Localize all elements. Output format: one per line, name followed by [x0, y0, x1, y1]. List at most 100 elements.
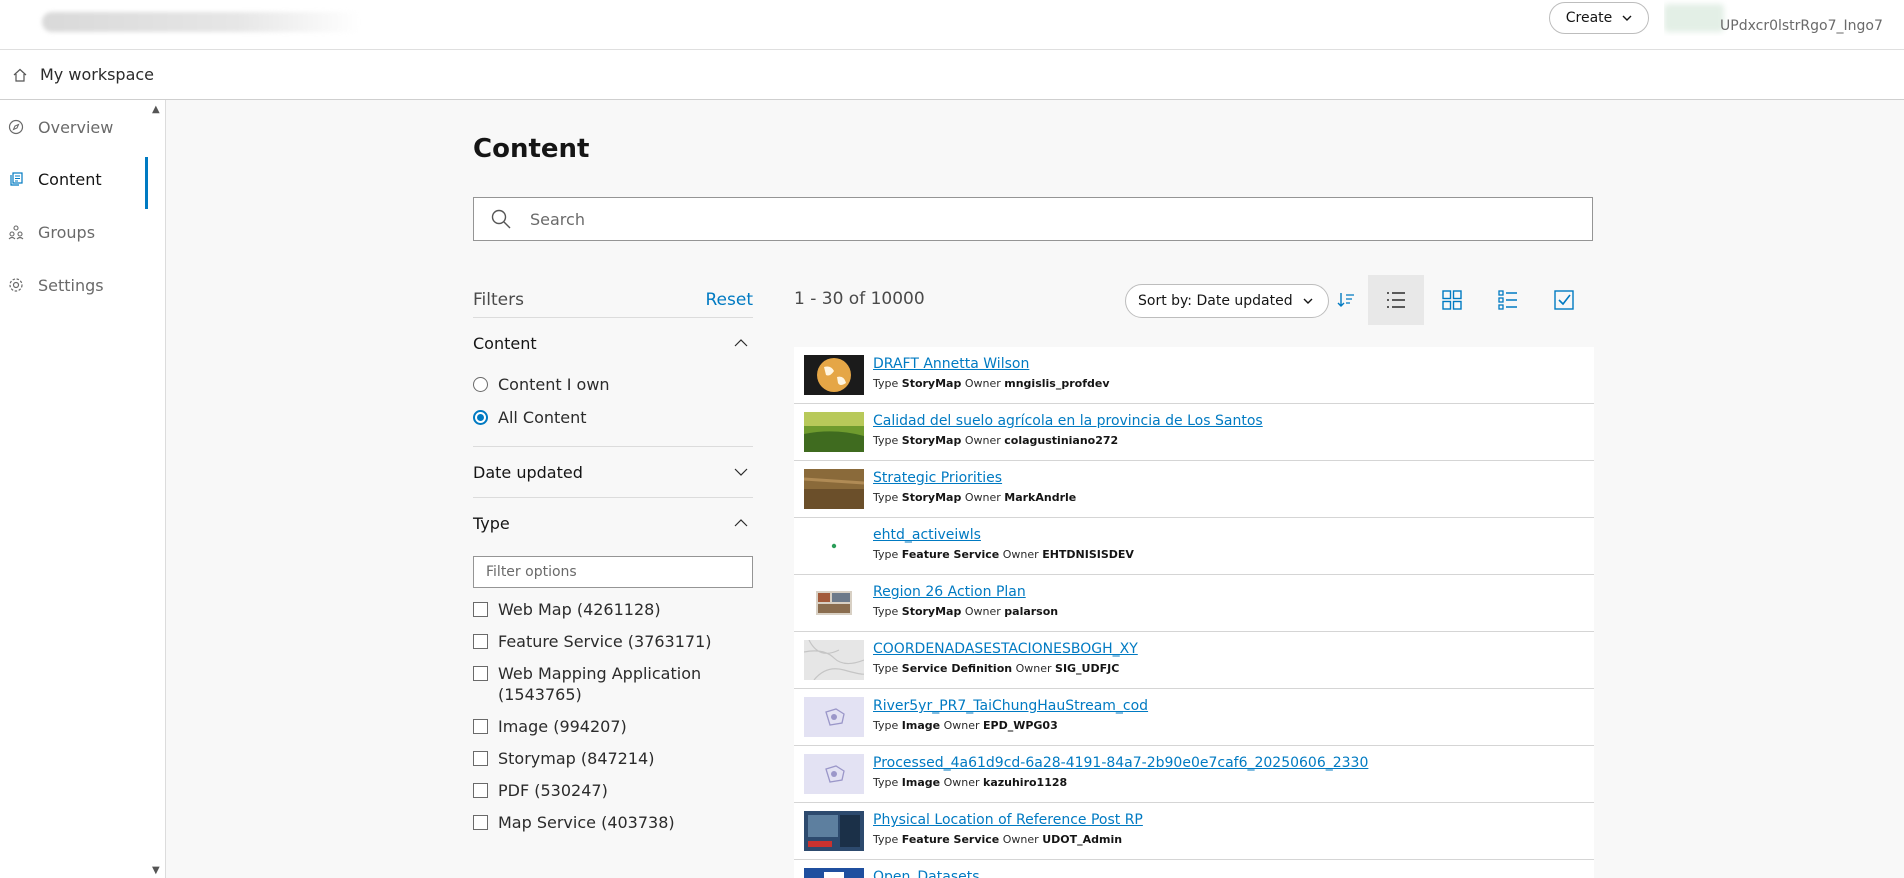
section-title: Date updated — [473, 462, 583, 482]
workspace-label: My workspace — [40, 65, 155, 84]
item-thumbnail[interactable] — [804, 526, 864, 566]
radio-content-i-own[interactable]: Content I own — [473, 368, 753, 401]
type-option[interactable]: PDF (530247) — [473, 780, 753, 801]
radio-button[interactable] — [473, 410, 488, 425]
type-option[interactable]: Storymap (847214) — [473, 748, 753, 769]
scroll-down-icon[interactable]: ▼ — [152, 865, 160, 876]
avatar — [1664, 4, 1724, 32]
sidebar-item-groups[interactable]: Groups — [0, 210, 150, 254]
radio-label: All Content — [498, 408, 587, 427]
radio-all-content[interactable]: All Content — [473, 401, 753, 434]
sidebar-item-label: Content — [38, 169, 102, 189]
item-title-link[interactable]: Calidad del suelo agrícola en la provinc… — [873, 413, 1263, 429]
item-thumbnail[interactable] — [804, 868, 864, 878]
type-option[interactable]: Feature Service (3763171) — [473, 631, 753, 652]
item-title-link[interactable]: Region 26 Action Plan — [873, 584, 1026, 600]
item-title-link[interactable]: Processed_4a61d9cd-6a28-4191-84a7-2b90e0… — [873, 755, 1368, 771]
item-title-link[interactable]: Open_Datasets — [873, 869, 980, 878]
list-item[interactable]: Processed_4a61d9cd-6a28-4191-84a7-2b90e0… — [794, 746, 1594, 803]
checkbox[interactable] — [473, 602, 488, 617]
scroll-up-icon[interactable]: ▲ — [152, 104, 160, 115]
item-title-link[interactable]: Strategic Priorities — [873, 470, 1002, 486]
multi-select-button[interactable] — [1536, 275, 1592, 325]
checkbox[interactable] — [473, 815, 488, 830]
item-meta: Type StoryMap Owner colagustiniano272 — [873, 434, 1119, 447]
item-title-link[interactable]: COORDENADASESTACIONESBOGH_XY — [873, 641, 1138, 657]
item-thumbnail[interactable] — [804, 640, 864, 680]
workspace-bar[interactable]: My workspace — [0, 50, 1904, 100]
type-option[interactable]: Image (994207) — [473, 716, 753, 737]
search-box[interactable] — [473, 197, 1593, 241]
list-item[interactable]: Strategic Priorities Type StoryMap Owner… — [794, 461, 1594, 518]
sidebar-item-overview[interactable]: Overview — [0, 105, 150, 149]
checkbox[interactable] — [473, 783, 488, 798]
list-item[interactable]: Calidad del suelo agrícola en la provinc… — [794, 404, 1594, 461]
content-filter-section: Content Content I own All Content — [473, 318, 753, 447]
results-list: DRAFT Annetta Wilson Type StoryMap Owner… — [794, 347, 1594, 878]
checkbox[interactable] — [473, 634, 488, 649]
type-filter-section: Type Web Map (4261128) Feature Service (… — [473, 498, 753, 833]
item-thumbnail[interactable] — [804, 811, 864, 851]
chevron-up-icon — [734, 519, 748, 527]
list-item[interactable]: DRAFT Annetta Wilson Type StoryMap Owner… — [794, 347, 1594, 404]
date-filter-toggle[interactable]: Date updated — [473, 447, 753, 497]
sidebar-item-label: Overview — [38, 117, 114, 137]
item-title-link[interactable]: Physical Location of Reference Post RP — [873, 812, 1143, 828]
type-filter-input[interactable] — [473, 556, 753, 588]
search-input[interactable] — [530, 209, 1530, 229]
section-title: Content — [473, 333, 537, 353]
sidebar-item-settings[interactable]: Settings — [0, 263, 150, 307]
list-item[interactable]: ehtd_activeiwls Type Feature Service Own… — [794, 518, 1594, 575]
gear-icon — [9, 278, 23, 292]
item-thumbnail[interactable] — [804, 412, 864, 452]
item-title-link[interactable]: River5yr_PR7_TaiChungHauStream_cod — [873, 698, 1148, 714]
app-logo[interactable] — [42, 12, 362, 32]
compass-icon — [8, 119, 24, 135]
item-meta: Type Image Owner kazuhiro1128 — [873, 776, 1068, 789]
list-item[interactable]: Region 26 Action Plan Type StoryMap Owne… — [794, 575, 1594, 632]
item-meta: Type Feature Service Owner EHTDNISISDEV — [873, 548, 1134, 561]
grid-view-button[interactable] — [1424, 275, 1480, 325]
date-filter-section: Date updated — [473, 447, 753, 498]
item-thumbnail[interactable] — [804, 469, 864, 509]
item-thumbnail[interactable] — [804, 355, 864, 395]
item-title-link[interactable]: DRAFT Annetta Wilson — [873, 356, 1029, 372]
item-thumbnail[interactable] — [804, 754, 864, 794]
option-label: PDF (530247) — [498, 781, 608, 800]
create-button[interactable]: Create — [1549, 2, 1649, 34]
radio-label: Content I own — [498, 375, 610, 394]
option-label: Feature Service (3763171) — [498, 632, 712, 651]
item-thumbnail[interactable] — [804, 583, 864, 623]
compact-list-view-button[interactable] — [1480, 275, 1536, 325]
option-label: Image (994207) — [498, 717, 627, 736]
option-label: Storymap (847214) — [498, 749, 655, 768]
content-filter-toggle[interactable]: Content — [473, 318, 753, 368]
sidebar-item-content[interactable]: Content — [0, 157, 150, 209]
sort-direction-icon[interactable] — [1336, 290, 1356, 310]
item-title-link[interactable]: ehtd_activeiwls — [873, 527, 981, 543]
item-meta: Type Feature Service Owner UDOT_Admin — [873, 833, 1123, 846]
radio-button[interactable] — [473, 377, 488, 392]
checkbox[interactable] — [473, 751, 488, 766]
sidebar-scrollbar[interactable]: ▲ ▼ — [150, 100, 164, 878]
type-option[interactable]: Web Mapping Application (1543765) — [473, 663, 753, 705]
sort-select[interactable]: Sort by: Date updated — [1125, 284, 1329, 318]
reset-link[interactable]: Reset — [706, 290, 754, 310]
item-thumbnail[interactable] — [804, 697, 864, 737]
type-filter-toggle[interactable]: Type — [473, 498, 753, 548]
type-option[interactable]: Map Service (403738) — [473, 812, 753, 833]
user-menu[interactable]: UPdxcr0lstrRgo7_Ingo7 — [1664, 0, 1904, 36]
list-item[interactable]: Open_Datasets — [794, 860, 1594, 878]
checkbox[interactable] — [473, 719, 488, 734]
list-item[interactable]: River5yr_PR7_TaiChungHauStream_cod Type … — [794, 689, 1594, 746]
chevron-up-icon — [734, 339, 748, 347]
create-button-label: Create — [1565, 10, 1613, 26]
checkbox[interactable] — [473, 666, 488, 681]
detail-list-icon — [1498, 290, 1517, 310]
chevron-down-icon — [734, 468, 748, 476]
list-item[interactable]: COORDENADASESTACIONESBOGH_XY Type Servic… — [794, 632, 1594, 689]
list-view-button[interactable] — [1368, 275, 1424, 325]
filters-panel: Filters Reset Content Content I own All … — [473, 282, 753, 833]
type-option[interactable]: Web Map (4261128) — [473, 599, 753, 620]
list-item[interactable]: Physical Location of Reference Post RP T… — [794, 803, 1594, 860]
